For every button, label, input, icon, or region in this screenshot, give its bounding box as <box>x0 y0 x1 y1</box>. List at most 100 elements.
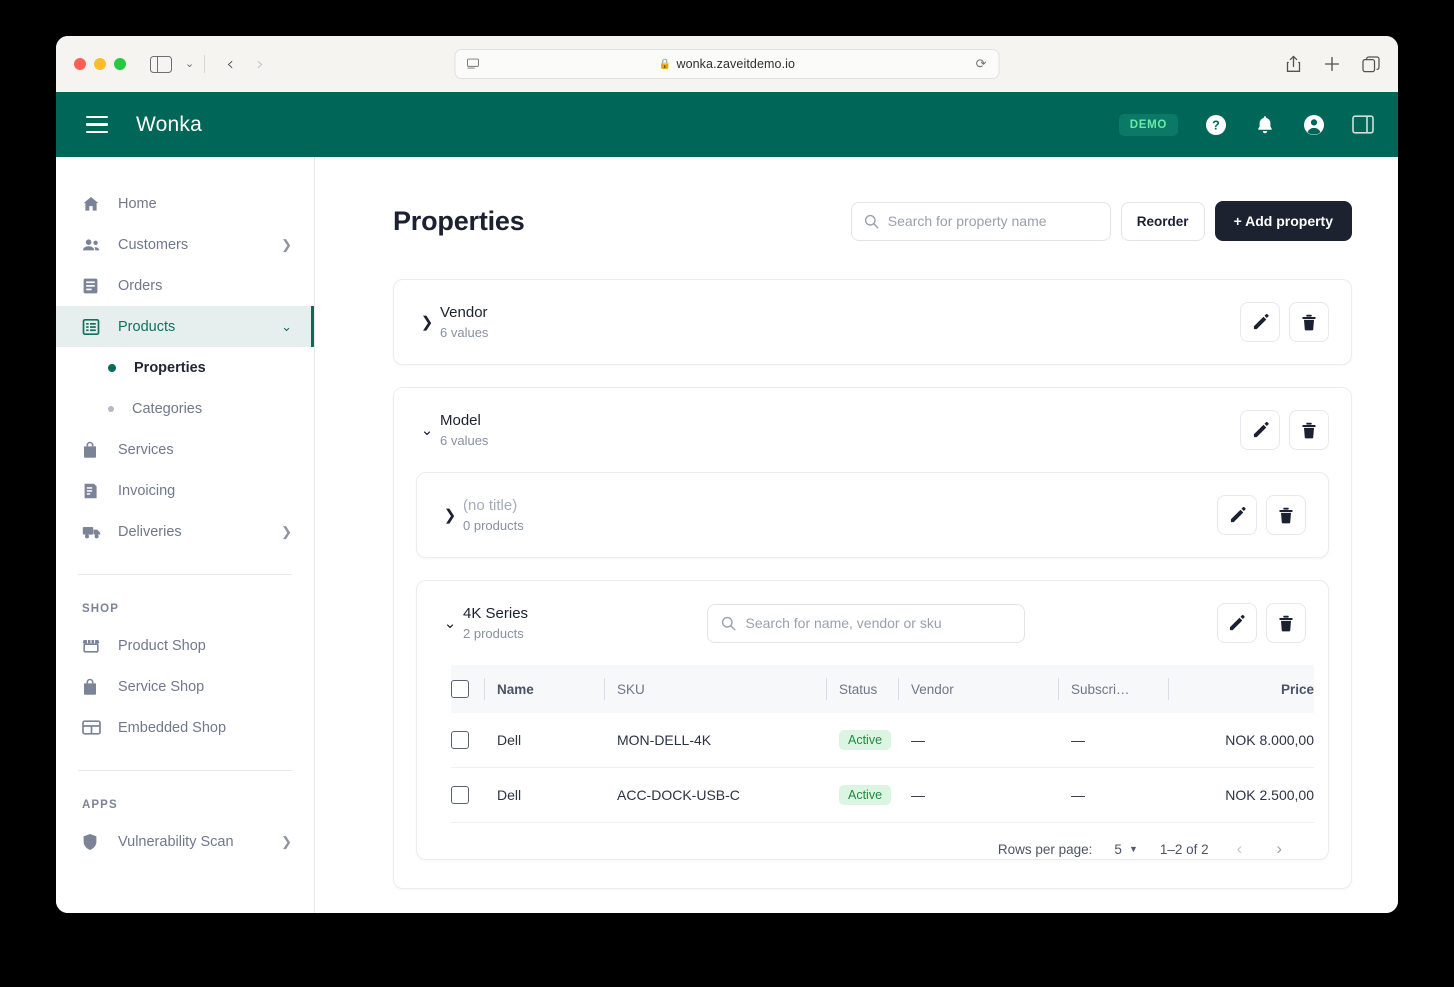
table-row[interactable]: Dell ACC-DOCK-USB-C Active — — NOK 2.500… <box>451 767 1314 823</box>
chevron-down-icon[interactable]: ⌄ <box>437 614 463 632</box>
cell-subscription: — <box>1071 713 1181 768</box>
plus-icon[interactable] <box>1324 56 1340 72</box>
row-checkbox[interactable] <box>451 731 469 749</box>
truck-icon <box>82 524 106 540</box>
sidebar-item-product-shop[interactable]: Product Shop <box>56 625 314 666</box>
app-header-actions: DEMO ? <box>1118 113 1374 137</box>
chevron-down-icon: ▼ <box>1128 844 1138 854</box>
browser-right-controls <box>1285 55 1380 73</box>
lock-icon: 🔒 <box>658 58 672 70</box>
column-header-status[interactable]: Status <box>826 665 911 713</box>
rows-per-page-select[interactable]: 5 ▼ <box>1114 842 1137 857</box>
edit-property-value-button[interactable] <box>1216 603 1257 643</box>
sidebar-toggle-icon[interactable] <box>150 55 172 73</box>
add-property-button[interactable]: + Add property <box>1214 201 1352 241</box>
sidebar-item-invoicing[interactable]: Invoicing <box>56 470 314 511</box>
reader-view-icon[interactable] <box>467 58 480 70</box>
products-table: Name SKU Status Vendor Subscri… Price De… <box>451 665 1314 823</box>
cell-sku: MON-DELL-4K <box>617 713 839 768</box>
sidebar-subitem-label: Categories <box>132 400 203 417</box>
chevron-down-icon[interactable]: ⌄ <box>281 319 292 335</box>
forward-arrow-icon[interactable]: › <box>245 54 275 74</box>
back-arrow-icon[interactable]: ‹ <box>215 54 245 74</box>
property-card-row[interactable]: ❯ Vendor 6 values <box>394 280 1351 364</box>
help-circle-icon[interactable]: ? <box>1204 113 1228 137</box>
delete-property-button[interactable] <box>1289 410 1329 450</box>
column-header-vendor[interactable]: Vendor <box>898 665 1071 713</box>
sidebar-item-orders[interactable]: Orders <box>56 265 314 306</box>
sidebar-item-categories[interactable]: Categories <box>56 388 314 429</box>
column-header-sku[interactable]: SKU <box>604 665 839 713</box>
edit-property-button[interactable] <box>1240 302 1280 342</box>
close-window-button[interactable] <box>74 58 86 70</box>
hamburger-menu-icon[interactable] <box>86 116 108 133</box>
sidebar-item-customers[interactable]: Customers ❯ <box>56 224 314 265</box>
share-icon[interactable] <box>1285 55 1302 73</box>
tab-overview-icon[interactable] <box>1362 55 1380 73</box>
delete-property-button[interactable] <box>1289 302 1329 342</box>
edit-property-value-button[interactable] <box>1217 495 1257 535</box>
product-search-box[interactable]: Search for name, vendor or sku <box>706 603 1025 643</box>
svg-text:?: ? <box>1212 118 1220 132</box>
property-value-product-count: 2 products <box>463 626 524 641</box>
sidebar-item-home[interactable]: Home <box>56 183 314 224</box>
row-select-cell <box>451 713 497 768</box>
reload-icon[interactable]: ⟳ <box>976 56 987 72</box>
pagination-range-label: 1–2 of 2 <box>1159 841 1209 857</box>
table-pagination: Rows per page: 5 ▼ 1–2 of 2 ‹ › <box>451 823 1314 859</box>
select-all-checkbox[interactable] <box>451 680 469 698</box>
edit-property-button[interactable] <box>1240 410 1280 450</box>
property-card-titles: Vendor 6 values <box>440 304 488 340</box>
home-icon <box>82 195 106 213</box>
trash-icon <box>1279 507 1293 523</box>
column-header-subscription[interactable]: Subscri… <box>1058 665 1181 713</box>
products-table-wrapper: Name SKU Status Vendor Subscri… Price De… <box>417 665 1328 859</box>
row-checkbox[interactable] <box>451 786 469 804</box>
search-icon <box>721 616 736 631</box>
address-bar[interactable]: 🔒 wonka.zaveitdemo.io ⟳ <box>454 49 1000 79</box>
chevron-right-icon[interactable]: ❯ <box>281 524 292 540</box>
column-header-name[interactable]: Name <box>484 665 617 713</box>
sidebar-item-vulnerability-scan[interactable]: Vulnerability Scan ❯ <box>56 821 314 862</box>
products-table-head: Name SKU Status Vendor Subscri… Price <box>451 665 1314 713</box>
sidebar-item-services[interactable]: Services <box>56 429 314 470</box>
property-value-row[interactable]: ⌄ 4K Series 2 products Search for name, … <box>417 581 1328 665</box>
browser-toolbar: ⌄ ‹ › 🔒 wonka.zaveitdemo.io ⟳ <box>56 36 1398 92</box>
chevron-down-icon[interactable]: ⌄ <box>185 58 194 70</box>
sidebar-item-products[interactable]: Products ⌄ <box>56 306 314 347</box>
sidebar-item-deliveries[interactable]: Deliveries ❯ <box>56 511 314 552</box>
next-page-button[interactable]: › <box>1270 839 1288 859</box>
property-values-list: ❯ (no title) 0 products ⌄ 4K Series 2 pr… <box>394 472 1351 888</box>
property-value-row[interactable]: ❯ (no title) 0 products <box>417 473 1328 557</box>
minimize-window-button[interactable] <box>94 58 106 70</box>
sidebar-item-label: Orders <box>118 277 163 294</box>
delete-property-value-button[interactable] <box>1265 603 1306 643</box>
delete-property-value-button[interactable] <box>1266 495 1306 535</box>
chevron-right-icon[interactable]: ❯ <box>281 834 292 850</box>
cell-price: NOK 8.000,00 <box>1181 713 1314 768</box>
table-row[interactable]: Dell MON-DELL-4K Active — — NOK 8.000,00 <box>451 713 1314 768</box>
chevron-right-icon[interactable]: ❯ <box>281 237 292 253</box>
sidebar-item-properties[interactable]: Properties <box>56 347 314 388</box>
sidebar-item-service-shop[interactable]: Service Shop <box>56 666 314 707</box>
sidebar-item-embedded-shop[interactable]: Embedded Shop <box>56 707 314 748</box>
chevron-right-icon[interactable]: ❯ <box>437 506 463 524</box>
right-panel-icon[interactable] <box>1352 115 1374 134</box>
chevron-down-icon[interactable]: ⌄ <box>414 421 440 439</box>
property-card-row[interactable]: ⌄ Model 6 values <box>394 388 1351 472</box>
column-header-price[interactable]: Price <box>1168 665 1314 713</box>
previous-page-button[interactable]: ‹ <box>1231 839 1249 859</box>
chevron-right-icon[interactable]: ❯ <box>414 313 440 331</box>
url-text: wonka.zaveitdemo.io <box>676 57 796 71</box>
embedded-window-icon <box>82 720 106 735</box>
account-circle-icon[interactable] <box>1302 113 1326 137</box>
reorder-button[interactable]: Reorder <box>1120 201 1205 241</box>
maximize-window-button[interactable] <box>114 58 126 70</box>
main-content: Properties Search for property name Reor… <box>315 157 1398 913</box>
sidebar-item-label: Service Shop <box>118 678 205 695</box>
services-bag-icon <box>82 441 106 459</box>
table-header-row: Name SKU Status Vendor Subscri… Price <box>451 665 1314 713</box>
property-name: Vendor <box>440 304 488 321</box>
bell-icon[interactable] <box>1254 114 1276 136</box>
property-search-box[interactable]: Search for property name <box>850 201 1111 241</box>
